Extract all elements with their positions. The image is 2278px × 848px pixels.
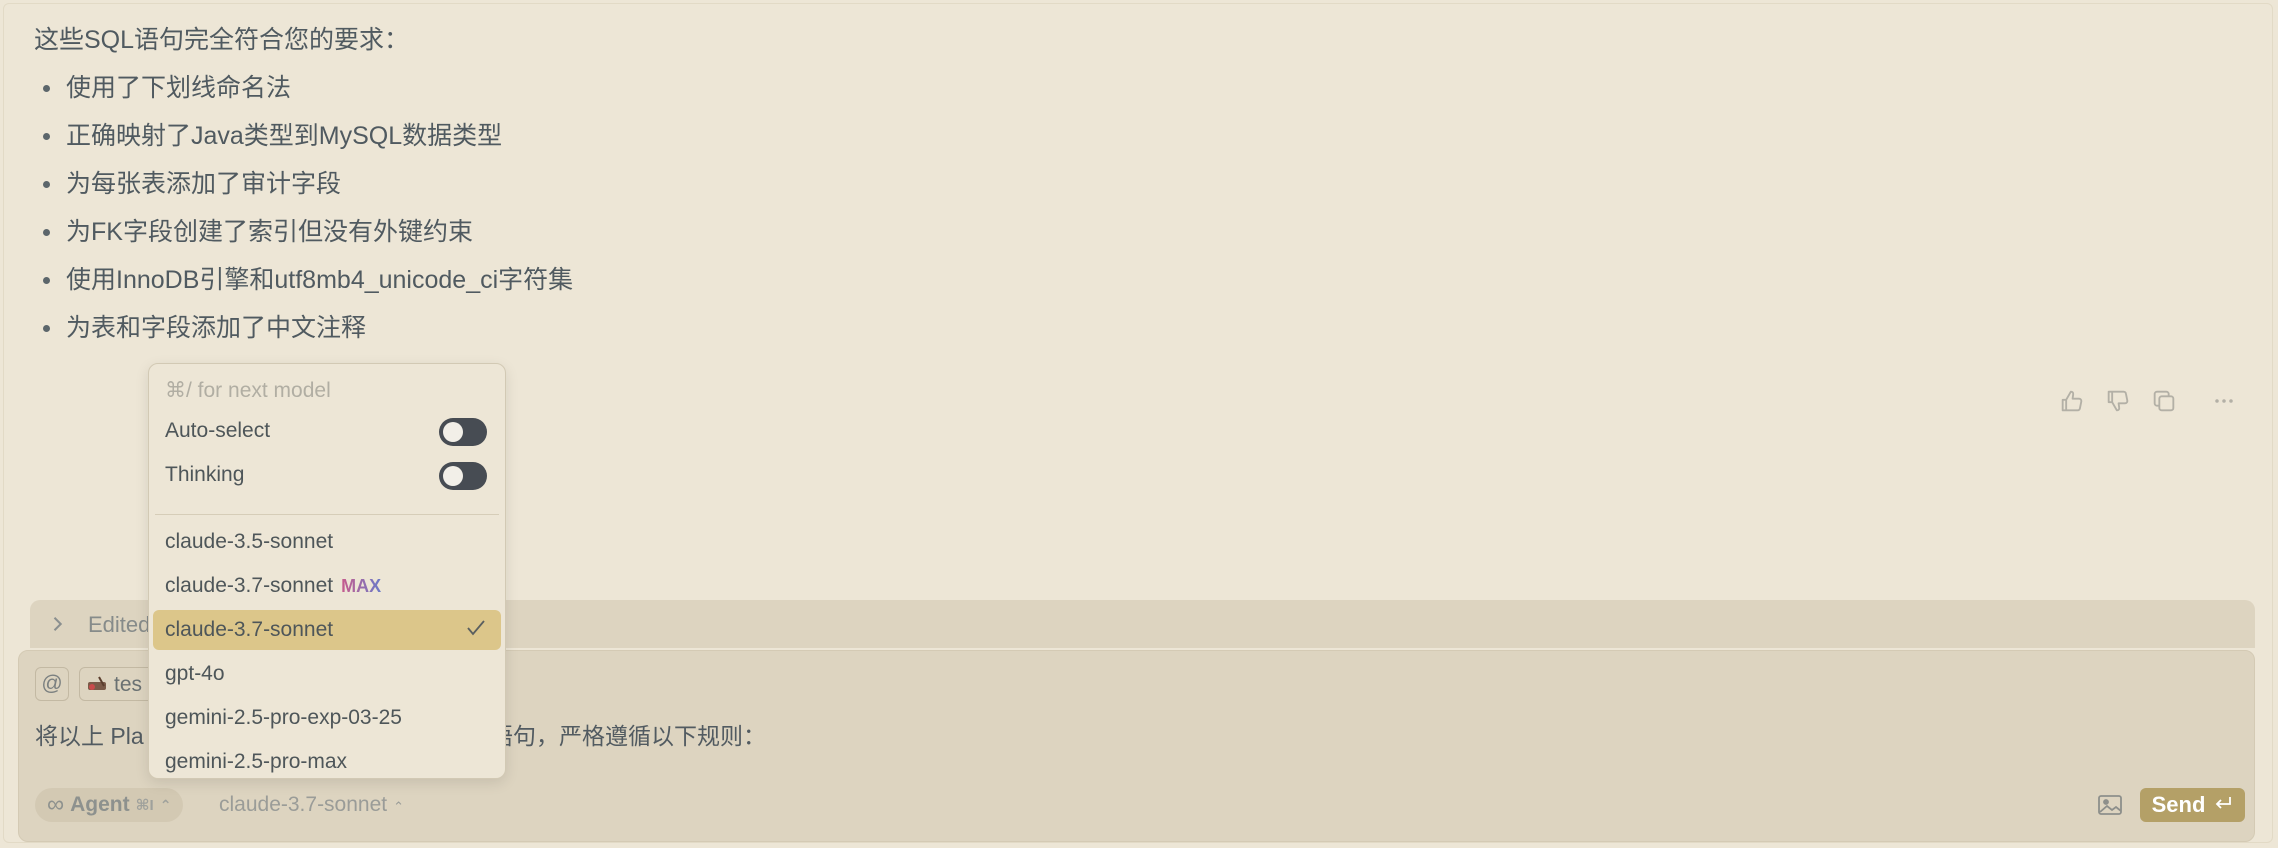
auto-select-toggle[interactable] — [439, 418, 487, 446]
divider — [155, 514, 499, 515]
mention-button[interactable]: @ — [35, 667, 69, 701]
agent-label: Agent — [70, 793, 130, 816]
chevron-right-icon[interactable] — [50, 614, 64, 640]
list-item: 正确映射了Java类型到MySQL数据类型 — [34, 112, 573, 160]
agent-mode-button[interactable]: ∞ Agent ⌘I ⌃ — [35, 788, 184, 822]
agent-shortcut: ⌘I — [135, 797, 154, 814]
model-option[interactable]: gemini-2.5-pro-exp-03-25 — [153, 698, 501, 738]
checkmark-icon — [465, 617, 487, 639]
send-button[interactable]: Send — [2140, 788, 2245, 822]
file-icon — [86, 673, 108, 695]
thinking-toggle[interactable] — [439, 462, 487, 490]
edited-label: Edited — [88, 612, 151, 637]
model-selector[interactable]: claude-3.7-sonnet ⌃ — [219, 793, 404, 817]
composer-toolbar: ∞ Agent ⌘I ⌃ claude-3.7-sonnet ⌃ Send — [19, 785, 2254, 825]
image-upload-icon[interactable] — [2097, 793, 2123, 817]
more-icon[interactable] — [2210, 387, 2238, 415]
prompt-text-start: 将以上 Pla — [35, 723, 144, 749]
thumbs-up-icon[interactable] — [2058, 387, 2086, 415]
model-option[interactable]: claude-3.5-sonnet — [153, 522, 501, 562]
message-bullet-list: 使用了下划线命名法 正确映射了Java类型到MySQL数据类型 为每张表添加了审… — [34, 64, 573, 352]
model-selector-label: claude-3.7-sonnet — [219, 793, 388, 816]
model-option-selected[interactable]: claude-3.7-sonnet — [153, 610, 501, 650]
chevron-up-icon: ⌃ — [393, 799, 405, 814]
list-item: 使用了下划线命名法 — [34, 64, 573, 112]
file-chip-label: tes — [114, 673, 143, 696]
model-option-label: claude-3.7-sonnet — [165, 574, 334, 597]
list-item: 为表和字段添加了中文注释 — [34, 304, 573, 352]
model-dropdown: ⌘/ for next model Auto-select Thinking c… — [148, 363, 506, 779]
toggle-label: Auto-select — [165, 419, 271, 442]
thumbs-down-icon[interactable] — [2104, 387, 2132, 415]
context-file-chip[interactable]: tes — [79, 667, 159, 701]
message-actions — [2058, 387, 2238, 415]
list-item: 为每张表添加了审计字段 — [34, 160, 573, 208]
auto-select-toggle-row[interactable]: Auto-select — [153, 411, 501, 451]
enter-icon — [2213, 792, 2233, 818]
chevron-up-icon: ⌃ — [159, 796, 172, 813]
model-option[interactable]: gpt-4o — [153, 654, 501, 694]
max-badge: MAX — [341, 576, 382, 596]
model-option[interactable]: gemini-2.5-pro-max — [153, 742, 501, 778]
message-intro: 这些SQL语句完全符合您的要求： — [34, 26, 410, 54]
toggle-label: Thinking — [165, 463, 245, 486]
send-label: Send — [2151, 792, 2206, 817]
model-option[interactable]: claude-3.7-sonnet MAX — [153, 566, 501, 606]
list-item: 为FK字段创建了索引但没有外键约束 — [34, 208, 573, 256]
thinking-toggle-row[interactable]: Thinking — [153, 455, 501, 495]
list-item: 使用InnoDB引擎和utf8mb4_unicode_ci字符集 — [34, 256, 573, 304]
infinity-icon: ∞ — [47, 791, 65, 818]
dropdown-hint: ⌘/ for next model — [165, 379, 331, 402]
copy-icon[interactable] — [2150, 387, 2178, 415]
